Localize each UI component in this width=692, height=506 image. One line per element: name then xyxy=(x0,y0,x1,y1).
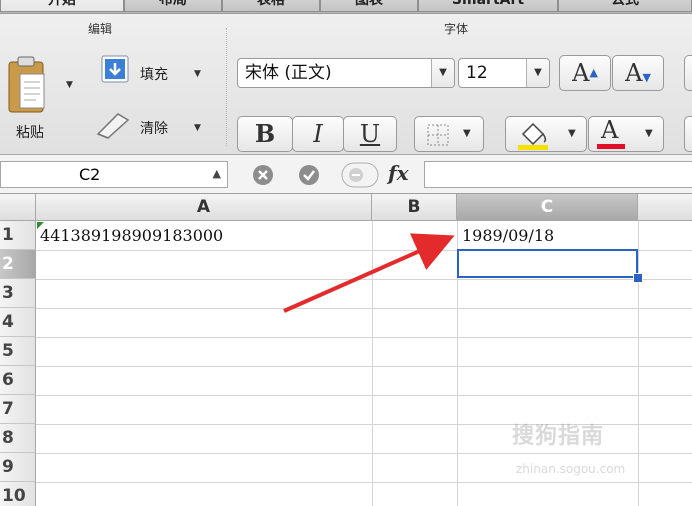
paste-button[interactable] xyxy=(6,54,48,126)
gridline xyxy=(36,366,692,367)
fill-down-icon xyxy=(101,55,129,83)
ribbon-overflow-button-2[interactable] xyxy=(684,116,692,152)
gridline xyxy=(36,453,692,454)
formula-bar: C2 ▲ fx xyxy=(0,155,692,194)
fill-color-button[interactable]: ▼ xyxy=(505,116,587,152)
cell-a1[interactable]: 441389198909183000 xyxy=(40,226,223,245)
italic-button[interactable]: I xyxy=(292,116,344,152)
font-color-swatch xyxy=(597,144,625,149)
row-header-6[interactable]: 6 xyxy=(0,366,36,395)
cancel-entry-icon[interactable] xyxy=(252,164,274,186)
column-header-d[interactable] xyxy=(638,194,692,221)
group-divider xyxy=(226,28,227,146)
tab-formulas[interactable]: 公式 xyxy=(558,0,692,12)
gridline xyxy=(638,221,639,506)
paint-bucket-icon xyxy=(518,122,548,150)
eraser-icon xyxy=(96,113,130,139)
active-cell-c2[interactable] xyxy=(457,249,638,278)
fill-options-chevron-icon[interactable]: ▼ xyxy=(194,69,201,79)
name-box[interactable]: C2 ▲ xyxy=(0,161,228,188)
fx-label[interactable]: fx xyxy=(388,161,409,185)
gridline xyxy=(36,308,692,309)
underline-button[interactable]: U xyxy=(343,116,397,152)
row-header-5[interactable]: 5 xyxy=(0,337,36,366)
confirm-entry-icon[interactable] xyxy=(298,164,320,186)
fill-color-chevron-icon[interactable]: ▼ xyxy=(568,117,576,151)
row-header-9[interactable]: 9 xyxy=(0,453,36,482)
row-header-10[interactable]: 10 xyxy=(0,482,36,506)
row-header-8[interactable]: 8 xyxy=(0,424,36,453)
ribbon-tabs: 开始 布局 表格 图表 SmartArt 公式 xyxy=(0,0,692,14)
paste-label: 粘贴 xyxy=(16,125,44,141)
font-group-title: 字体 xyxy=(444,22,469,36)
clipboard-icon xyxy=(8,56,45,113)
clear-label: 清除 xyxy=(140,121,168,137)
fill-label: 填充 xyxy=(140,67,168,83)
insert-function-pill-icon[interactable] xyxy=(340,161,380,189)
tab-tables[interactable]: 表格 xyxy=(222,0,320,12)
row-header-7[interactable]: 7 xyxy=(0,395,36,424)
tab-layout[interactable]: 布局 xyxy=(124,0,222,12)
font-size-select[interactable]: 12 ▼ xyxy=(458,58,550,88)
font-color-chevron-icon[interactable]: ▼ xyxy=(645,117,653,151)
formula-input[interactable] xyxy=(424,161,692,188)
gridline xyxy=(36,279,692,280)
bold-button[interactable]: B xyxy=(237,116,293,152)
column-header-c[interactable]: C xyxy=(457,194,638,221)
up-triangle-icon: ▲ xyxy=(589,66,598,79)
borders-grid-icon xyxy=(427,124,449,146)
font-size-chevron-icon[interactable]: ▼ xyxy=(526,59,549,87)
watermark-url: zhinan.sogou.com xyxy=(516,462,626,476)
shrink-font-button[interactable]: A▼ xyxy=(612,55,664,91)
font-color-button[interactable]: A ▼ xyxy=(588,116,664,152)
column-header-b[interactable]: B xyxy=(372,194,457,221)
borders-button[interactable]: ▼ xyxy=(414,116,484,152)
row-header-4[interactable]: 4 xyxy=(0,308,36,337)
borders-chevron-icon[interactable]: ▼ xyxy=(463,117,471,151)
font-name-select[interactable]: 宋体 (正文) ▼ xyxy=(237,58,455,88)
grow-font-button[interactable]: A▲ xyxy=(559,55,611,91)
fill-button[interactable] xyxy=(100,54,130,88)
edit-group-title: 编辑 xyxy=(88,22,113,36)
fill-handle[interactable] xyxy=(633,273,643,283)
clear-options-chevron-icon[interactable]: ▼ xyxy=(194,123,201,133)
ribbon-home: 编辑 字体 ▼ 粘贴 填充 ▼ 清除 ▼ 宋体 (正文) ▼ 12 ▼ A▲ A… xyxy=(0,14,692,155)
gridline xyxy=(36,395,692,396)
cell-c1[interactable]: 1989/09/18 xyxy=(462,226,554,245)
tab-home[interactable]: 开始 xyxy=(0,0,124,12)
gridline xyxy=(36,337,692,338)
watermark-brand: 搜狗指南 xyxy=(512,424,605,449)
tab-charts[interactable]: 图表 xyxy=(320,0,418,12)
gridline xyxy=(36,482,692,483)
row-header-3[interactable]: 3 xyxy=(0,279,36,308)
clear-button[interactable] xyxy=(94,110,132,144)
row-header-1[interactable]: 1 xyxy=(0,221,36,250)
row-header-2[interactable]: 2 xyxy=(0,250,36,279)
gridline xyxy=(372,221,373,506)
font-name-chevron-icon[interactable]: ▼ xyxy=(431,59,454,87)
down-triangle-icon: ▼ xyxy=(642,71,651,84)
select-all-corner[interactable] xyxy=(0,194,36,221)
column-header-a[interactable]: A xyxy=(36,194,372,221)
worksheet-grid[interactable]: A B C 1 2 3 4 5 6 7 8 9 10 4413891989091… xyxy=(0,194,692,506)
paste-options-chevron-icon[interactable]: ▼ xyxy=(66,80,73,90)
ribbon-overflow-button[interactable] xyxy=(684,55,692,91)
name-box-stepper-icon[interactable]: ▲ xyxy=(213,162,221,186)
tab-smartart[interactable]: SmartArt xyxy=(418,0,558,12)
